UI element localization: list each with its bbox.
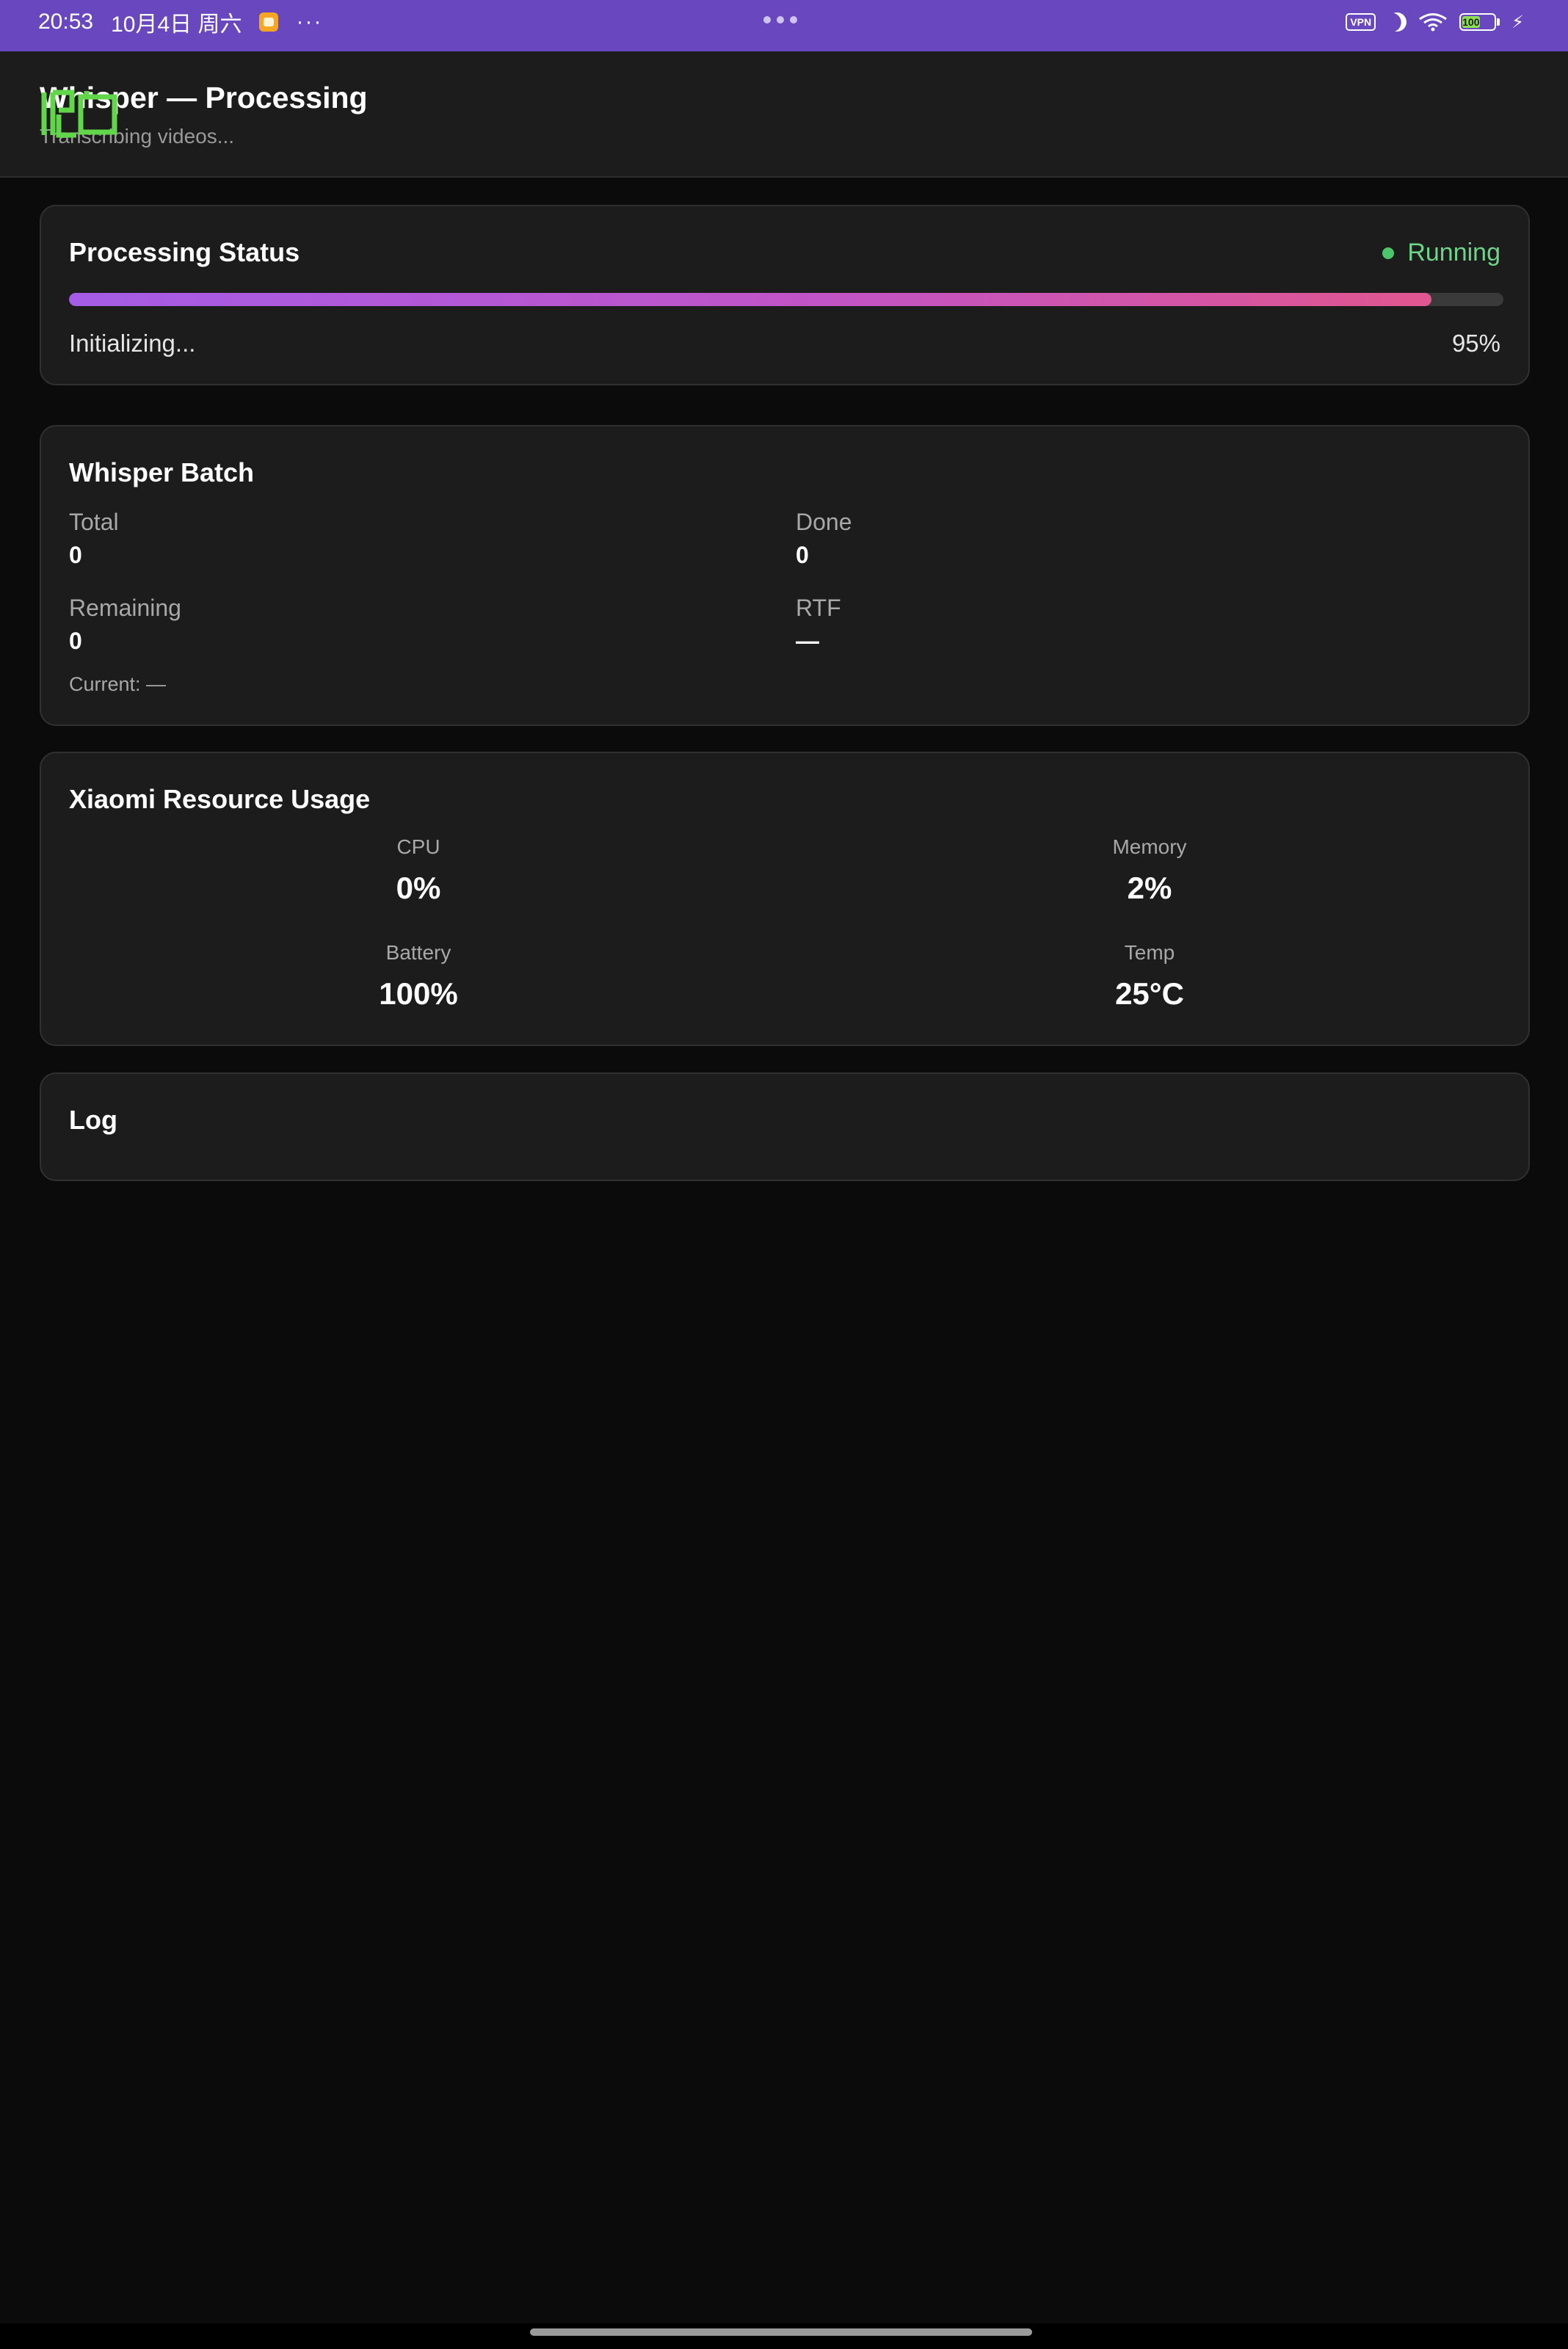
status-badge: Running (1382, 239, 1500, 267)
gesture-navigation-bar (0, 2323, 1568, 2349)
total-label: Total (69, 509, 119, 535)
temp-metric: Temp 25°C (1003, 941, 1296, 1012)
rtf-stat: RTF — (796, 595, 841, 655)
status-bar-right: VPN 100 ⚡ (1346, 0, 1524, 44)
clock: 20:53 (38, 10, 94, 34)
total-stat: Total 0 (69, 509, 119, 569)
remaining-stat: Remaining 0 (69, 595, 181, 655)
battery-level: 100 (1462, 16, 1480, 28)
multitask-dots-icon[interactable] (763, 16, 797, 23)
cpu-metric: CPU 0% (272, 835, 565, 906)
status-message: Initializing... (69, 330, 196, 357)
rtf-value: — (796, 628, 819, 654)
progress-bar (69, 293, 1503, 306)
cpu-value: 0% (396, 871, 441, 905)
processing-status-title: Processing Status (69, 237, 300, 267)
total-value: 0 (69, 542, 82, 568)
memory-label: Memory (1112, 835, 1187, 858)
progress-percent: 95% (1451, 330, 1500, 357)
vpn-icon: VPN (1346, 13, 1376, 31)
resource-usage-card: Xiaomi Resource Usage CPU 0% Memory 2% B… (40, 752, 1530, 1046)
rtf-label: RTF (796, 595, 841, 621)
app-header: Whisper — Processing Transcribing videos… (0, 51, 1568, 178)
charging-icon: ⚡ (1511, 12, 1524, 32)
running-dot-icon (1382, 247, 1395, 259)
temp-value: 25°C (1115, 976, 1184, 1011)
processing-status-card: Processing Status Running Initializing..… (40, 205, 1530, 385)
done-value: 0 (796, 542, 809, 568)
temp-label: Temp (1124, 941, 1175, 964)
remaining-value: 0 (69, 628, 82, 654)
whisper-batch-title: Whisper Batch (69, 457, 255, 487)
log-card: Log (40, 1072, 1530, 1181)
memory-metric: Memory 2% (1003, 835, 1296, 906)
system-status-bar: 20:53 10月4日 周六 ··· VPN 100 ⚡ (0, 0, 1568, 51)
status-label: Running (1407, 239, 1500, 266)
cpu-label: CPU (396, 835, 440, 858)
battery-value: 100% (379, 976, 458, 1011)
battery-label: Battery (385, 941, 451, 964)
memory-value: 2% (1127, 871, 1172, 905)
current-file: Current: — (69, 673, 167, 695)
battery-metric: Battery 100% (272, 941, 565, 1012)
done-stat: Done 0 (796, 509, 852, 569)
home-indicator[interactable] (530, 2328, 1032, 2336)
date: 10月4日 周六 (111, 12, 242, 37)
done-label: Done (796, 509, 852, 535)
log-title: Log (69, 1105, 117, 1135)
notification-app-icon (259, 12, 279, 32)
progress-fill (69, 293, 1432, 306)
more-notifications-icon: ··· (296, 10, 323, 34)
moon-icon (1384, 10, 1409, 34)
wifi-icon (1418, 12, 1448, 32)
battery-icon: 100 (1459, 13, 1500, 31)
status-bar-left: 20:53 10月4日 周六 ··· (38, 0, 322, 44)
resource-usage-title: Xiaomi Resource Usage (69, 784, 371, 814)
remaining-label: Remaining (69, 595, 181, 621)
whisper-batch-card: Whisper Batch Total 0 Done 0 Remaining 0… (40, 425, 1530, 726)
logo-overlay-icon (41, 90, 117, 138)
